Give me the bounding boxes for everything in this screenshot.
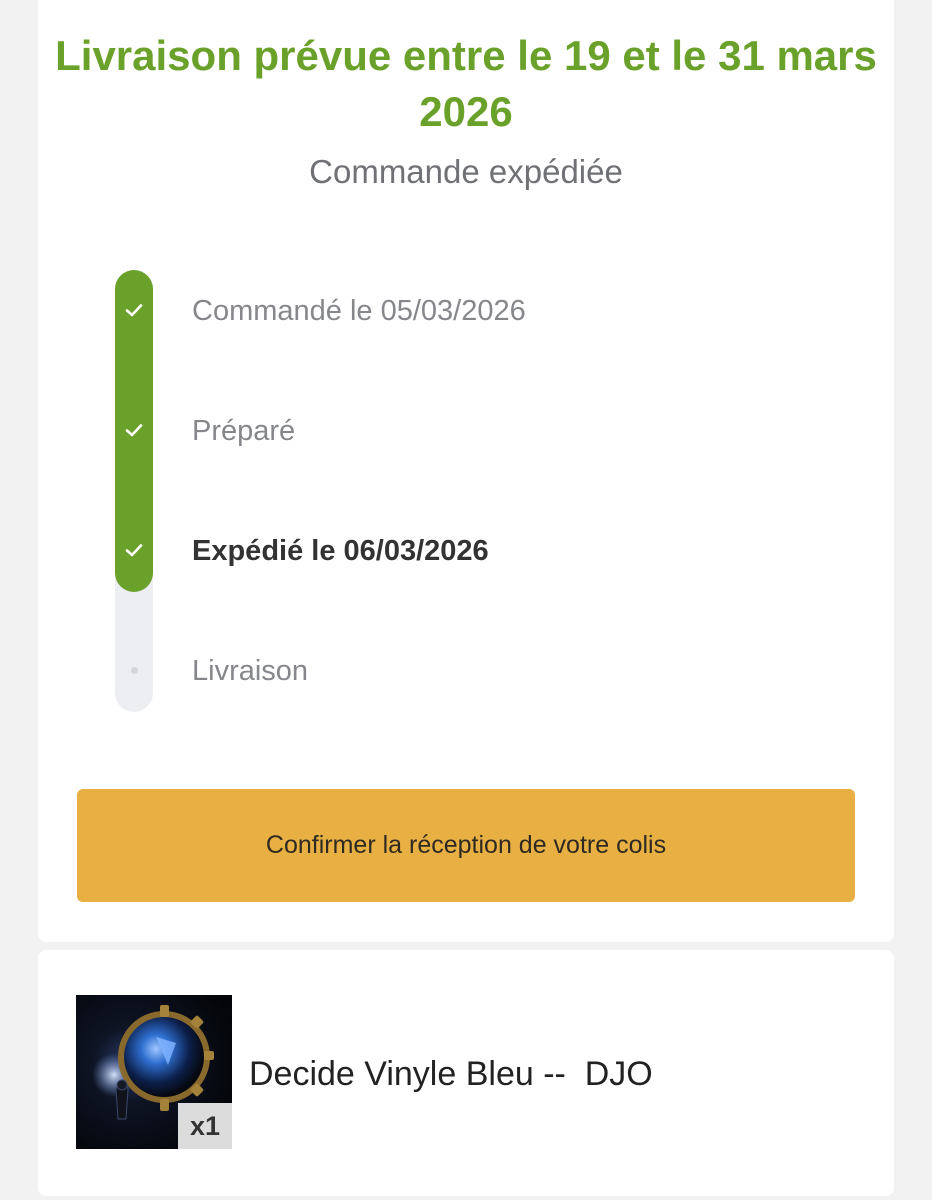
step-delivery: Livraison	[192, 655, 309, 687]
order-status: Commande expédiée	[309, 153, 623, 190]
check-icon	[115, 531, 153, 569]
step-shipped: Expédié le 06/03/2026	[192, 535, 489, 567]
dot-icon	[115, 651, 153, 689]
step-prepared: Préparé	[192, 415, 296, 447]
step-ordered: Commandé le 05/03/2026	[192, 295, 526, 327]
check-icon	[115, 291, 153, 329]
check-icon	[115, 411, 153, 449]
quantity-badge: x1	[178, 1103, 232, 1149]
confirm-receipt-button[interactable]: Confirmer la réception de votre colis	[77, 789, 855, 902]
album-cover-image[interactable]: x1	[76, 995, 232, 1149]
product-name[interactable]: Decide Vinyle Bleu -- DJO	[249, 1053, 653, 1095]
delivery-estimate: Livraison prévue entre le 19 et le 31 ma…	[55, 32, 877, 135]
